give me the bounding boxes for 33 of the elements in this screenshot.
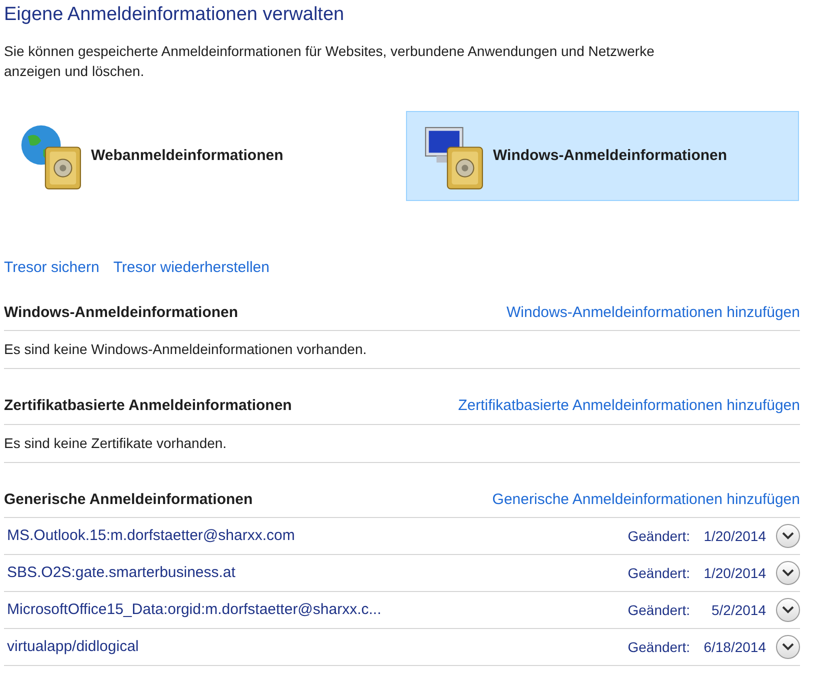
expand-button[interactable] [776,524,800,548]
vault-link[interactable]: Tresor wiederherstellen [113,257,270,280]
modified-label: Geändert: [628,564,690,582]
chevron-down-icon [782,569,794,577]
credential-name[interactable]: virtualapp/didlogical [7,636,628,658]
modified-date: 1/20/2014 [702,564,766,582]
modified-date: 6/18/2014 [702,638,766,656]
expand-button[interactable] [776,561,800,585]
modified-label: Geändert: [628,638,690,656]
expand-button[interactable] [776,598,800,622]
section-heading: Windows-Anmeldeinformationen [4,302,238,322]
modified-label: Geändert: [628,600,690,620]
chevron-down-icon [782,643,794,651]
section-heading: Zertifikatbasierte Anmeldeinformationen [4,396,292,416]
credential-name[interactable]: MicrosoftOffice15_Data:orgid:m.dorfstaetter@sharxx.c... [7,598,628,622]
credential-name[interactable]: SBS.O2S:gate.smarterbusiness.at [7,562,628,584]
chevron-down-icon [782,532,794,540]
vault-link[interactable]: Tresor sichern [4,257,100,280]
empty-text: Es sind keine Windows-Anmeldeinformationen vorhanden. [4,341,367,357]
description-text: Sie können gespeicherte Anmeldeinformationen für Websites, verbundene Anwendungen und Netzwerke anzeigen und löschen. [4,42,656,81]
section-heading: Generische Anmeldeinformationen [4,490,253,510]
expand-button[interactable] [776,635,800,659]
empty-text: Es sind keine Zertifikate vorhanden. [4,434,227,450]
modified-label: Geändert: [628,526,690,546]
modified-date: 5/2/2014 [710,600,766,620]
add-credential-link[interactable]: Generische Anmeldeinformationen hinzufügen [492,488,800,511]
add-credential-link[interactable]: Zertifikatbasierte Anmeldeinformationen hinzufügen [458,395,800,418]
credential-name[interactable]: MS.Outlook.15:m.dorfstaetter@sharxx.com [7,524,628,548]
credential-type-tile[interactable]: Windows-Anmeldeinformationen [406,111,799,201]
page-title: Eigene Anmeldeinformationen verwalten [4,3,346,27]
modified-date: 1/20/2014 [702,526,766,546]
chevron-down-icon [782,606,794,614]
add-credential-link[interactable]: Windows-Anmeldeinformationen hinzufügen [506,302,800,324]
